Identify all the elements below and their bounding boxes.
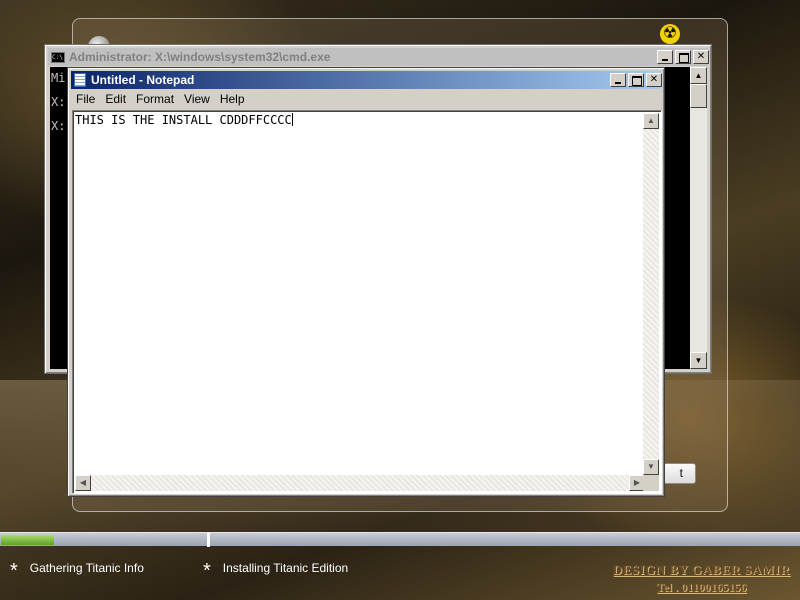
cmd-scroll-thumb[interactable] <box>690 84 707 108</box>
step-installing: * Installing Titanic Edition <box>203 558 348 581</box>
cmd-close-button[interactable]: ✕ <box>693 50 709 64</box>
notepad-maximize-button[interactable] <box>628 73 644 87</box>
menu-file[interactable]: File <box>71 92 100 106</box>
step-asterisk-icon: * <box>203 560 211 582</box>
scroll-down-arrow-icon[interactable]: ▼ <box>690 352 707 369</box>
radiation-icon: ☢ <box>660 24 680 44</box>
scroll-left-arrow-icon[interactable]: ◀ <box>75 475 91 491</box>
notepad-caption-buttons: ✕ <box>608 73 662 87</box>
setup-progress-bar <box>0 532 800 547</box>
designer-credit: DESIGN BY GABER SAMIR Tel . 01100165156 <box>613 562 790 595</box>
notepad-text: THIS IS THE INSTALL CDDDFFCCCC <box>75 113 293 127</box>
notepad-vertical-scrollbar[interactable]: ▲ ▼ <box>643 113 659 475</box>
credit-tel: Tel . 01100165156 <box>656 580 747 594</box>
menu-edit[interactable]: Edit <box>100 92 131 106</box>
cmd-maximize-button[interactable] <box>675 50 691 64</box>
notepad-icon <box>74 73 86 87</box>
cmd-title: Administrator: X:\windows\system32\cmd.e… <box>69 50 331 64</box>
notepad-titlebar[interactable]: Untitled - Notepad <box>71 71 661 89</box>
text-caret <box>291 113 293 126</box>
credit-design: DESIGN BY GABER SAMIR <box>612 562 790 577</box>
cmd-minimize-button[interactable] <box>657 50 673 64</box>
menu-view[interactable]: View <box>179 92 215 106</box>
cmd-titlebar[interactable]: C:\ Administrator: X:\windows\system32\c… <box>48 48 708 66</box>
step-label: Installing Titanic Edition <box>222 561 349 575</box>
scroll-down-arrow-icon[interactable]: ▼ <box>643 459 659 475</box>
step-label: Gathering Titanic Info <box>29 561 144 575</box>
step-asterisk-icon: * <box>10 560 18 582</box>
step-gathering-info: * Gathering Titanic Info <box>10 558 144 581</box>
notepad-content: THIS IS THE INSTALL CDDDFFCCCC <box>75 113 292 127</box>
menu-format[interactable]: Format <box>131 92 179 106</box>
notepad-close-button[interactable]: ✕ <box>646 73 662 87</box>
notepad-horizontal-scrollbar[interactable]: ◀ ▶ <box>75 475 645 491</box>
size-grip[interactable] <box>643 475 659 491</box>
scroll-up-arrow-icon[interactable]: ▲ <box>690 67 707 84</box>
cmd-vertical-scrollbar[interactable]: ▲ ▼ <box>690 67 707 369</box>
cmd-caption-buttons: ✕ <box>655 50 709 64</box>
cmd-icon: C:\ <box>51 51 65 63</box>
notepad-window: Untitled - Notepad ✕ File Edit Format Vi… <box>67 67 665 497</box>
scroll-up-arrow-icon[interactable]: ▲ <box>643 113 659 129</box>
notepad-text-area[interactable]: THIS IS THE INSTALL CDDDFFCCCC ▲ ▼ ◀ ▶ <box>72 110 662 494</box>
menu-help[interactable]: Help <box>215 92 250 106</box>
notepad-minimize-button[interactable] <box>610 73 626 87</box>
notepad-title: Untitled - Notepad <box>91 73 195 87</box>
progress-fill <box>1 535 54 545</box>
notepad-menubar: File Edit Format View Help <box>71 90 661 108</box>
progress-divider <box>207 533 210 547</box>
